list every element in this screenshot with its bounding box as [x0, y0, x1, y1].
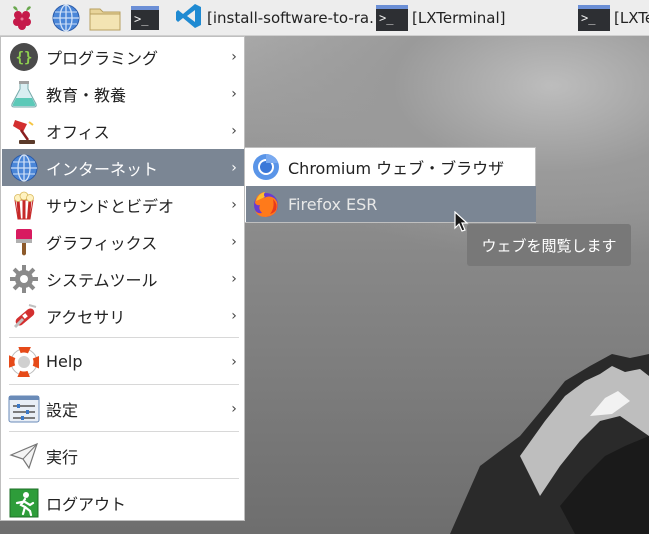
menu-item-label: サウンドとビデオ: [46, 196, 175, 216]
menu-item-settings[interactable]: 設定 ›: [2, 390, 245, 427]
menu-item-programming[interactable]: {} プログラミング ›: [2, 38, 245, 75]
menu-item-label: アクセサリ: [46, 307, 126, 327]
office-lamp-icon: [7, 114, 41, 148]
taskbar-task-vscode[interactable]: [install-software-to-ra...: [175, 2, 373, 34]
submenu-item-label: Chromium ウェブ・ブラウザ: [288, 159, 505, 178]
accessories-knife-icon: [7, 299, 41, 333]
menu-item-system-tools[interactable]: システムツール ›: [2, 260, 245, 297]
settings-sliders-icon: [7, 392, 41, 426]
desktop-screen: >_ [install-software-to-ra... >_ [LXTerm…: [0, 0, 649, 534]
menu-item-graphics[interactable]: グラフィックス ›: [2, 223, 245, 260]
menu-item-internet[interactable]: インターネット ›: [2, 149, 245, 186]
menu-item-label: システムツール: [46, 270, 158, 290]
internet-submenu: Chromium ウェブ・ブラウザ Firefox ESR: [244, 147, 536, 223]
chevron-right-icon: ›: [231, 353, 237, 370]
menu-item-label: プログラミング: [46, 48, 159, 68]
chevron-right-icon: ›: [231, 122, 237, 139]
tooltip-text: ウェブを閲覧します: [481, 236, 617, 255]
submenu-item-chromium[interactable]: Chromium ウェブ・ブラウザ: [246, 149, 536, 185]
chevron-right-icon: ›: [231, 233, 237, 250]
menu-item-logout[interactable]: ログアウト: [2, 484, 245, 521]
taskbar-task-lxterminal-2[interactable]: >_ [LXTe: [578, 2, 649, 34]
system-tools-gear-icon: [7, 262, 41, 296]
programming-braces-icon: {}: [7, 40, 41, 74]
menu-item-label: Help: [46, 352, 83, 371]
menu-item-label: 実行: [46, 447, 79, 467]
raspberry-pi-menu-button[interactable]: [6, 2, 38, 34]
logout-exit-icon: [7, 486, 41, 520]
terminal-icon: >_: [131, 6, 159, 30]
web-browser-globe-icon: [52, 4, 80, 32]
chevron-right-icon: ›: [231, 307, 237, 324]
chevron-right-icon: ›: [231, 159, 237, 176]
vscode-icon: [175, 2, 203, 34]
run-paper-plane-icon: [7, 439, 41, 473]
menu-item-run[interactable]: 実行: [2, 437, 245, 474]
taskbar-task-label: [LXTe: [614, 9, 649, 27]
menu-item-label: 教育・教養: [46, 85, 127, 105]
application-menu: {} プログラミング › 教育・教養 › オフィス › インターネット › サウ…: [0, 36, 245, 521]
menu-separator: [9, 384, 239, 385]
chevron-right-icon: ›: [231, 85, 237, 102]
chevron-right-icon: ›: [231, 270, 237, 287]
menu-item-sound-video[interactable]: サウンドとビデオ ›: [2, 186, 245, 223]
menu-item-accessories[interactable]: アクセサリ ›: [2, 297, 245, 334]
taskbar-task-label: [LXTerminal]: [412, 9, 506, 27]
tooltip: ウェブを閲覧します: [467, 224, 631, 266]
menu-item-label: ログアウト: [46, 494, 127, 514]
menu-item-label: グラフィックス: [46, 233, 158, 253]
mouse-pointer-icon: [454, 211, 469, 232]
file-manager-launcher[interactable]: [89, 2, 121, 34]
firefox-icon: [251, 189, 281, 219]
menu-item-education[interactable]: 教育・教養 ›: [2, 75, 245, 112]
terminal-launcher[interactable]: >_: [129, 2, 161, 34]
svg-text:{}: {}: [16, 50, 33, 66]
help-lifebuoy-icon: [7, 345, 41, 379]
chromium-icon: [251, 152, 281, 182]
chevron-right-icon: ›: [231, 400, 237, 417]
chevron-right-icon: ›: [231, 48, 237, 65]
internet-globe-icon: [7, 151, 41, 185]
web-browser-launcher[interactable]: [50, 2, 82, 34]
submenu-item-firefox[interactable]: Firefox ESR: [246, 186, 536, 222]
taskbar-task-lxterminal[interactable]: >_ [LXTerminal]: [376, 2, 566, 34]
menu-separator: [9, 337, 239, 338]
file-manager-folder-icon: [89, 8, 121, 31]
education-flask-icon: [7, 77, 41, 111]
menu-separator: [9, 478, 239, 479]
menu-item-label: 設定: [46, 400, 79, 420]
chevron-right-icon: ›: [231, 196, 237, 213]
graphics-brush-icon: [7, 225, 41, 259]
raspberry-pi-icon: [13, 6, 31, 30]
menu-item-office[interactable]: オフィス ›: [2, 112, 245, 149]
terminal-icon: >_: [376, 5, 408, 31]
terminal-icon: >_: [578, 5, 610, 31]
taskbar-task-label: [install-software-to-ra...: [207, 9, 373, 27]
menu-item-label: インターネット: [46, 159, 159, 179]
menu-item-label: オフィス: [46, 122, 110, 142]
menu-item-help[interactable]: Help ›: [2, 343, 245, 380]
taskbar: >_ [install-software-to-ra... >_ [LXTerm…: [0, 0, 649, 36]
menu-separator: [9, 431, 239, 432]
submenu-item-label: Firefox ESR: [288, 194, 378, 214]
sound-video-popcorn-icon: [7, 188, 41, 222]
